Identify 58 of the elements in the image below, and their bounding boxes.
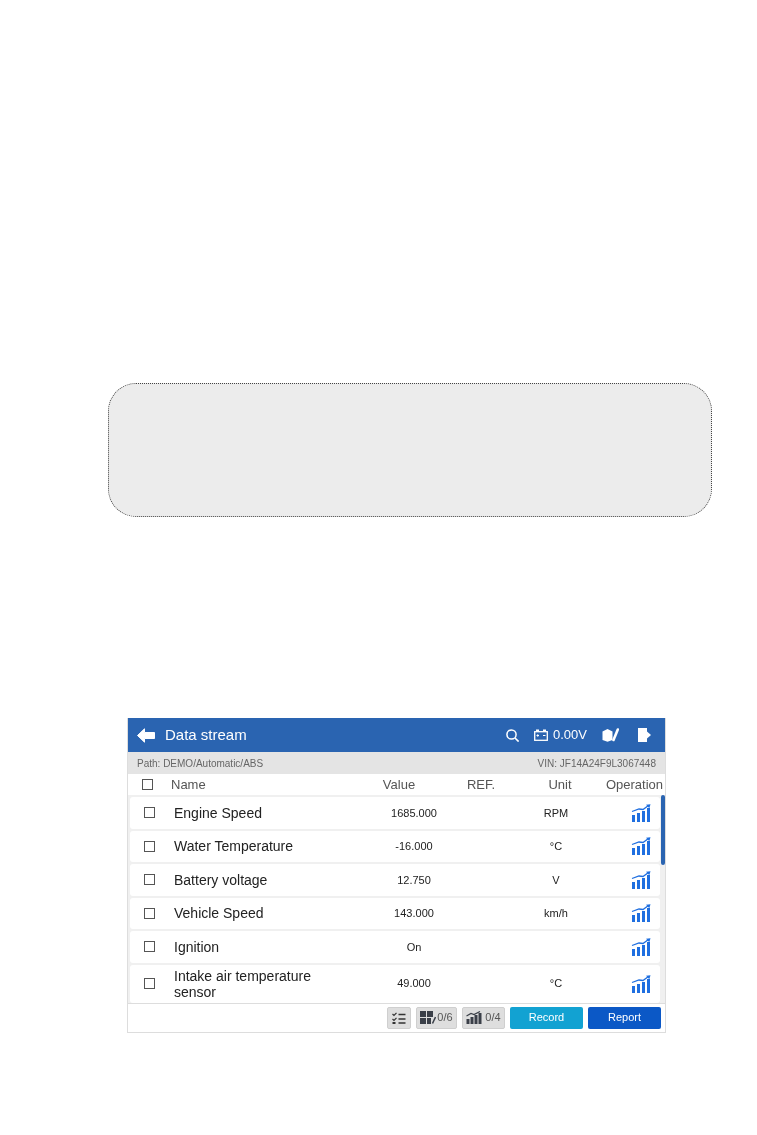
row-checkbox[interactable] xyxy=(144,978,155,989)
table-cell-text: Vehicle Speed xyxy=(174,905,265,922)
table-cell-text: -16.000 xyxy=(395,839,433,854)
bar-chart-icon[interactable] xyxy=(631,937,651,956)
table-cell-text: °C xyxy=(549,976,563,992)
grid-pencil-icon xyxy=(420,1011,437,1024)
bar-chart-icon[interactable] xyxy=(631,904,651,923)
table-cell-text: RPM xyxy=(543,805,569,821)
column-header: Value xyxy=(381,775,417,794)
column-header: Name xyxy=(170,775,207,794)
vin-text: VIN: JF14A24F9L3067448 xyxy=(537,756,656,771)
column-header: Unit xyxy=(547,775,573,794)
table-row[interactable]: Engine Speed 1685.000 RPM xyxy=(130,797,660,829)
table-cell-text: 49.000 xyxy=(397,976,431,992)
bar-chart-icon[interactable] xyxy=(631,974,651,993)
table-cell-text: V xyxy=(552,872,560,888)
row-checkbox[interactable] xyxy=(144,807,155,819)
table-row[interactable]: Water Temperature -16.000 °C xyxy=(130,830,660,862)
table-cell-text: Ignition xyxy=(174,938,221,955)
battery-icon xyxy=(534,729,548,741)
grid-counter-button[interactable]: 0/6 xyxy=(416,1006,457,1029)
table-row[interactable]: Ignition On xyxy=(130,931,660,963)
back-arrow-icon[interactable] xyxy=(137,727,155,743)
checklist-icon xyxy=(392,1011,406,1024)
exit-icon[interactable] xyxy=(638,728,651,742)
bar-chart-icon[interactable] xyxy=(631,837,651,856)
table-cell-text: km/h xyxy=(544,906,568,921)
column-header: Operation xyxy=(604,775,664,794)
path-text: Path: DEMO/Automatic/ABS xyxy=(137,756,264,771)
table-cell-text: 143.000 xyxy=(394,906,434,921)
graph-counter-button[interactable]: 0/4 xyxy=(462,1006,505,1029)
table-cell-text: On xyxy=(406,939,422,955)
bar-chart-icon[interactable] xyxy=(631,803,651,822)
table-cell-text: 1685.000 xyxy=(391,805,437,821)
select-all-checkbox[interactable] xyxy=(142,779,153,790)
cube-pencil-icon[interactable] xyxy=(602,728,619,742)
row-checkbox[interactable] xyxy=(144,907,155,919)
row-checkbox[interactable] xyxy=(144,840,155,852)
checklist-button[interactable] xyxy=(387,1006,411,1029)
table-row[interactable]: Intake air temperature sensor 49.000 °C xyxy=(130,964,660,1003)
scrollbar-thumb[interactable] xyxy=(661,795,665,865)
row-checkbox[interactable] xyxy=(144,941,155,953)
table-row[interactable]: Vehicle Speed 143.000 km/h xyxy=(130,897,660,929)
row-checkbox[interactable] xyxy=(144,874,155,886)
table-cell-text: Intake air temperature sensor xyxy=(174,967,312,1000)
table-row[interactable]: Battery voltage 12.750 V xyxy=(130,864,660,896)
report-button[interactable]: Report xyxy=(588,1006,661,1029)
table-cell-text: Water Temperature xyxy=(174,838,295,855)
page-title: Data stream xyxy=(165,724,247,745)
table-cell-text: 12.750 xyxy=(397,872,431,888)
voltage-reading: 0.00V xyxy=(553,726,587,745)
bar-chart-icon[interactable] xyxy=(631,870,651,889)
table-cell-text: °C xyxy=(549,839,563,854)
column-header: REF. xyxy=(465,775,497,794)
search-icon[interactable] xyxy=(506,728,519,742)
table-cell-text: Engine Speed xyxy=(174,804,263,821)
table-cell-text: Battery voltage xyxy=(174,871,269,888)
chart-icon xyxy=(466,1011,483,1024)
